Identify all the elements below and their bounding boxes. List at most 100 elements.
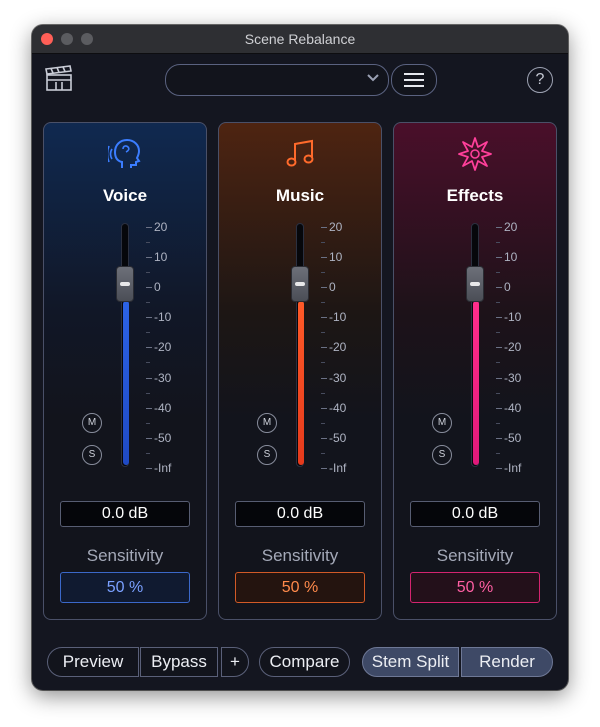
- scale-label: -20: [329, 340, 347, 355]
- chevron-down-icon: [367, 74, 379, 82]
- scale-label: -Inf: [329, 460, 347, 475]
- scale-label: -40: [504, 400, 522, 415]
- voice-channel-panel: Voice 20 10 0 -10 -20 -30 -40 -50 -Inf M S 0.0 d…: [43, 122, 207, 620]
- scale-minor-tick: [321, 392, 325, 394]
- hamburger-menu-icon: [404, 73, 424, 87]
- gain-value-field[interactable]: 0.0 dB: [410, 501, 540, 527]
- scale-tick: [146, 287, 152, 289]
- music-channel-panel: Music 20 10 0 -10 -20 -30 -40 -50 -Inf M S 0.0 d…: [218, 122, 382, 620]
- scale-label: -Inf: [504, 460, 522, 475]
- solo-button[interactable]: S: [82, 445, 102, 465]
- scale-minor-tick: [496, 392, 500, 394]
- gain-value-field[interactable]: 0.0 dB: [60, 501, 190, 527]
- scale-label: -20: [154, 340, 172, 355]
- scale-minor-tick: [321, 452, 325, 454]
- fader-handle[interactable]: [466, 266, 484, 302]
- scale-minor-tick: [496, 362, 500, 364]
- compare-button[interactable]: Compare: [259, 647, 350, 677]
- scale-label: 20: [504, 220, 518, 234]
- scale-minor-tick: [146, 392, 150, 394]
- scale-tick: [496, 407, 502, 409]
- preview-button[interactable]: Preview: [47, 647, 139, 677]
- mute-button[interactable]: M: [432, 413, 452, 433]
- scale-minor-tick: [146, 242, 150, 244]
- help-button[interactable]: ?: [527, 67, 553, 93]
- channel-name: Music: [275, 186, 325, 205]
- sensitivity-label: Sensitivity: [436, 546, 514, 565]
- sensitivity-field[interactable]: 50 %: [60, 572, 190, 603]
- scale-label: 10: [504, 250, 518, 265]
- scale-label: 0: [329, 280, 336, 295]
- scale-minor-tick: [146, 362, 150, 364]
- scale-label: 10: [154, 250, 168, 265]
- scale-tick: [321, 407, 327, 409]
- sensitivity-label: Sensitivity: [261, 546, 339, 565]
- scale-minor-tick: [321, 332, 325, 334]
- scale-minor-tick: [146, 422, 150, 424]
- fader-level-fill: [473, 301, 479, 465]
- scale-tick: [496, 317, 502, 319]
- effects-channel-panel: Effects 20 10 0 -10 -20 -30 -40 -50 -Inf M S 0.0…: [393, 122, 557, 620]
- scale-tick: [321, 347, 327, 349]
- gain-value-field[interactable]: 0.0 dB: [235, 501, 365, 527]
- render-button[interactable]: Render: [461, 647, 553, 677]
- preset-menu-button[interactable]: [391, 64, 437, 96]
- scale-label: -10: [154, 310, 172, 325]
- scale-tick: [496, 287, 502, 289]
- fader-handle[interactable]: [116, 266, 134, 302]
- scale-tick: [496, 257, 502, 259]
- scale-label: -30: [154, 370, 172, 385]
- scale-label: -40: [329, 400, 347, 415]
- scale-minor-tick: [496, 302, 500, 304]
- speaking-head-icon: [108, 138, 141, 168]
- music-note-icon: [286, 139, 314, 167]
- add-button[interactable]: +: [221, 647, 249, 677]
- scale-tick: [146, 377, 152, 379]
- scale-label: 0: [154, 280, 161, 295]
- sensitivity-field[interactable]: 50 %: [235, 572, 365, 603]
- scale-tick: [146, 347, 152, 349]
- scale-label: -50: [329, 430, 347, 445]
- channel-name: Effects: [446, 186, 504, 205]
- scale-label: 10: [329, 250, 343, 265]
- bypass-button[interactable]: Bypass: [140, 647, 218, 677]
- sensitivity-field[interactable]: 50 %: [410, 572, 540, 603]
- scale-minor-tick: [321, 272, 325, 274]
- clapperboard-icon[interactable]: [44, 65, 74, 93]
- scale-label: -50: [154, 430, 172, 445]
- mute-button[interactable]: M: [257, 413, 277, 433]
- mute-button[interactable]: M: [82, 413, 102, 433]
- scale-minor-tick: [496, 422, 500, 424]
- scale-label: -10: [329, 310, 347, 325]
- scale-minor-tick: [321, 422, 325, 424]
- solo-button[interactable]: S: [432, 445, 452, 465]
- preset-dropdown[interactable]: [165, 64, 389, 96]
- title-bar: Scene Rebalance: [32, 25, 568, 54]
- scale-minor-tick: [321, 362, 325, 364]
- fader-level-fill: [123, 301, 129, 465]
- solo-button[interactable]: S: [257, 445, 277, 465]
- scale-tick: [146, 257, 152, 259]
- scale-tick: [146, 467, 152, 469]
- scale-tick: [496, 467, 502, 469]
- fader-grip: [120, 282, 130, 286]
- scale-tick: [496, 227, 502, 228]
- scale-tick: [321, 467, 327, 469]
- fader-grip: [470, 282, 480, 286]
- scale-tick: [146, 317, 152, 319]
- scale-minor-tick: [321, 302, 325, 304]
- scale-tick: [146, 227, 152, 228]
- scale-tick: [321, 287, 327, 289]
- scale-label: -30: [329, 370, 347, 385]
- scale-label: -Inf: [154, 460, 172, 475]
- sensitivity-label: Sensitivity: [86, 546, 164, 565]
- scale-label: -50: [504, 430, 522, 445]
- scale-tick: [321, 317, 327, 319]
- scale-minor-tick: [146, 272, 150, 274]
- scale-tick: [496, 377, 502, 379]
- fader-handle[interactable]: [291, 266, 309, 302]
- burst-star-icon: [458, 137, 492, 171]
- stem-split-button[interactable]: Stem Split: [362, 647, 459, 677]
- scale-tick: [321, 227, 327, 228]
- fader-grip: [295, 282, 305, 286]
